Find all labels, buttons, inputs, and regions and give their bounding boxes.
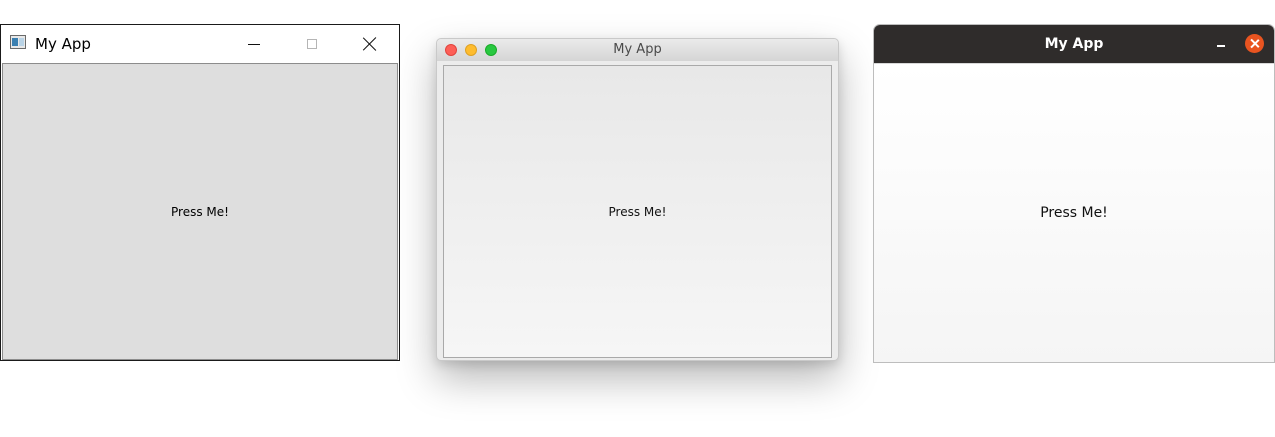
mac-titlebar[interactable]: My App — [437, 39, 838, 61]
windows-client-area: Press Me! — [2, 63, 398, 360]
mac-app-window: My App Press Me! — [436, 38, 839, 361]
windows-close-button[interactable] — [347, 25, 393, 63]
screenshot-stage: My App Press Me! My App Press Me! My App… — [0, 0, 1275, 437]
windows-app-window: My App Press Me! — [0, 24, 400, 361]
windows-window-title: My App — [35, 35, 91, 53]
app-window-icon — [10, 35, 26, 49]
windows-maximize-button[interactable] — [289, 25, 335, 63]
close-icon — [1250, 39, 1259, 48]
minimize-icon — [248, 43, 260, 45]
ubuntu-titlebar[interactable]: My App — [874, 25, 1274, 63]
maximize-icon — [307, 39, 317, 49]
close-icon — [363, 37, 377, 51]
mac-window-title: My App — [613, 42, 662, 57]
press-me-button[interactable]: Press Me! — [5, 66, 395, 357]
windows-minimize-button[interactable] — [231, 25, 277, 63]
windows-titlebar[interactable]: My App — [1, 25, 399, 63]
ubuntu-minimize-button[interactable] — [1212, 35, 1230, 53]
minimize-icon — [1217, 45, 1225, 47]
ubuntu-app-window: My App Press Me! — [873, 24, 1275, 363]
press-me-button[interactable]: Press Me! — [443, 65, 832, 358]
press-me-button[interactable]: Press Me! — [874, 63, 1274, 362]
ubuntu-close-button[interactable] — [1245, 34, 1264, 53]
